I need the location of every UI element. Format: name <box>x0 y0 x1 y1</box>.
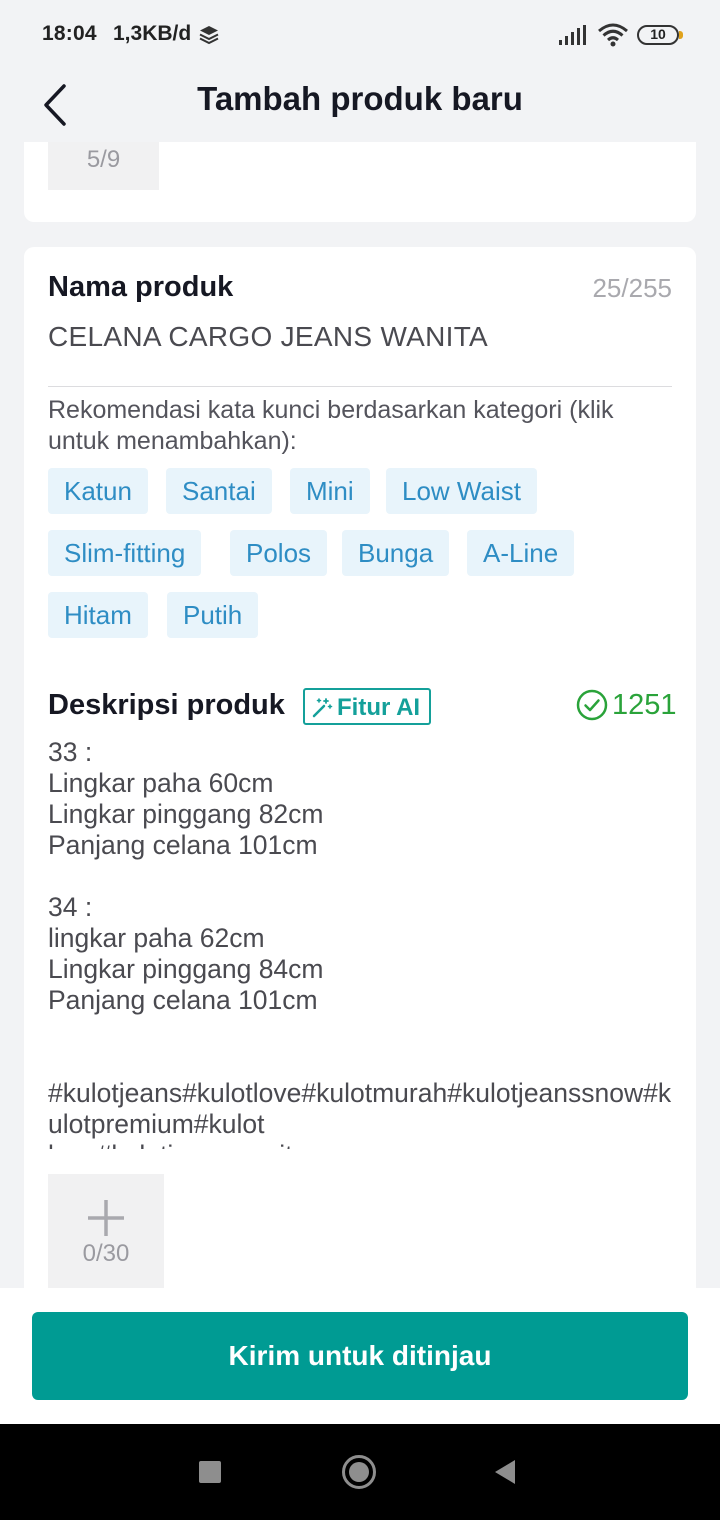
product-name-label: Nama produk <box>48 271 234 303</box>
product-name-input[interactable]: CELANA CARGO JEANS WANITA <box>48 321 488 353</box>
keyword-chip[interactable]: Mini <box>290 468 370 514</box>
network-speed: 1,3KB/d <box>113 22 192 45</box>
page-title: Tambah produk baru <box>197 80 523 117</box>
signal-icon <box>559 25 586 45</box>
nav-back-icon[interactable] <box>493 1459 517 1485</box>
wifi-icon <box>598 23 628 47</box>
keyword-chip[interactable]: Putih <box>167 592 259 638</box>
ai-feature-button[interactable]: Fitur AI <box>303 688 431 725</box>
status-bar: 18:04 1,3KB/d 10 <box>0 0 720 70</box>
layers-icon <box>199 26 219 45</box>
check-circle-icon <box>576 689 608 721</box>
keyword-chip[interactable]: Slim-fitting <box>48 530 202 576</box>
nav-home-icon[interactable] <box>341 1454 377 1490</box>
add-media-count: 0/30 <box>82 1240 130 1267</box>
media-card: 5/9 <box>24 142 696 222</box>
add-media-button[interactable]: 0/30 <box>48 1174 164 1290</box>
product-name-count: 25/255 <box>592 273 672 303</box>
description-input[interactable]: 33 : Lingkar paha 60cm Lingkar pinggang … <box>48 737 678 1149</box>
battery-icon: 10 <box>637 25 683 45</box>
footer: Kirim untuk ditinjau <box>0 1288 720 1424</box>
keyword-recommendation-text: Rekomendasi kata kunci berdasarkan kateg… <box>48 396 614 455</box>
keyword-chip[interactable]: Bunga <box>342 530 450 576</box>
description-status: 1251 <box>576 689 677 723</box>
description-count: 1251 <box>612 689 677 721</box>
nav-recents-icon[interactable] <box>199 1461 221 1483</box>
system-nav-bar <box>0 1424 720 1520</box>
product-form-card: Nama produk 25/255 CELANA CARGO JEANS WA… <box>24 247 696 1307</box>
keyword-chip[interactable]: Polos <box>230 530 328 576</box>
ai-feature-label: Fitur AI <box>337 694 421 721</box>
magic-wand-icon <box>312 698 333 718</box>
keyword-chip[interactable]: Hitam <box>48 592 148 638</box>
keyword-chip[interactable]: Low Waist <box>386 468 537 514</box>
submit-review-button[interactable]: Kirim untuk ditinjau <box>32 1312 688 1400</box>
status-time: 18:04 <box>42 22 97 45</box>
header: Tambah produk baru <box>0 70 720 142</box>
media-count[interactable]: 5/9 <box>48 142 159 190</box>
plus-icon <box>88 1200 124 1236</box>
divider <box>48 386 672 387</box>
keyword-chip[interactable]: A-Line <box>467 530 575 576</box>
keyword-chip[interactable]: Katun <box>48 468 148 514</box>
keyword-chip[interactable]: Santai <box>166 468 272 514</box>
battery-level: 10 <box>650 26 666 42</box>
description-label: Deskripsi produk <box>48 689 285 721</box>
